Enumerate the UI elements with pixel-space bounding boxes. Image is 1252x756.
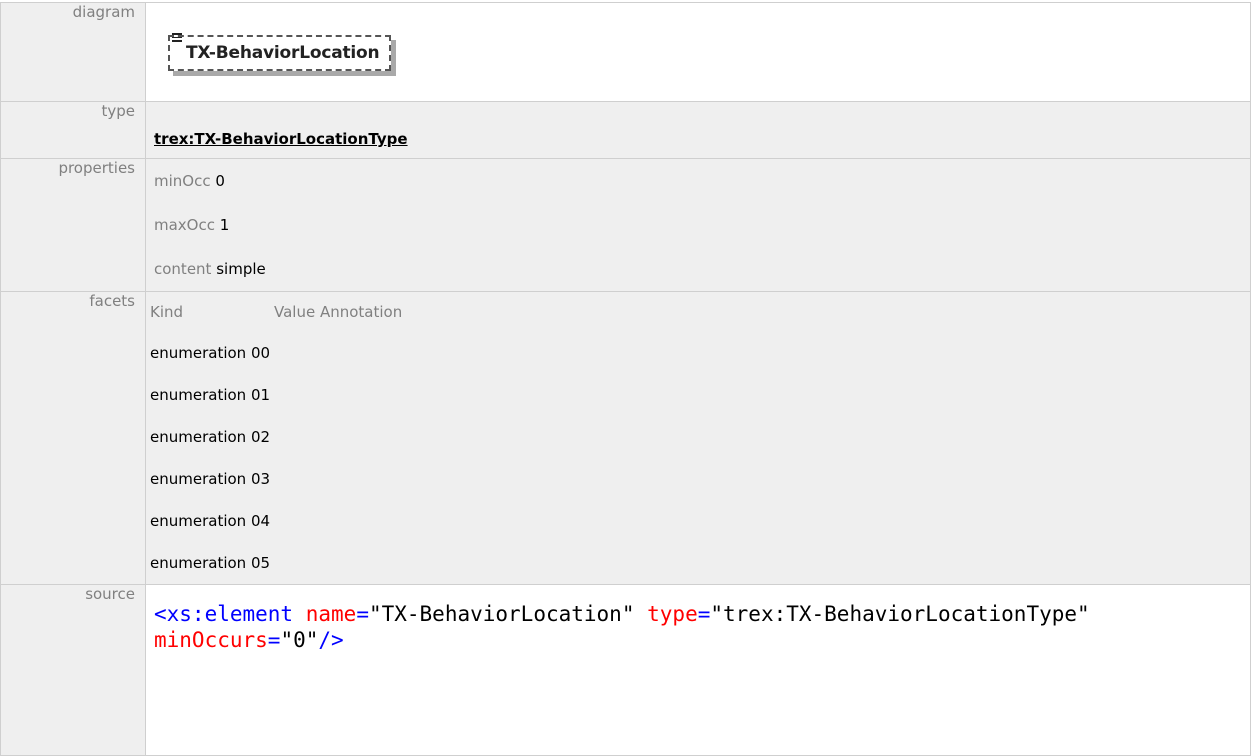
xml-attr-name: type <box>647 602 698 626</box>
property-value: 0 <box>215 172 225 190</box>
facet-value: 04 <box>250 512 271 530</box>
xml-attr-name: minOccurs <box>154 628 268 652</box>
xml-equals: = <box>356 602 369 626</box>
source-cell: <xs:element name="TX-BehaviorLocation" t… <box>145 584 1251 756</box>
facet-kind: enumeration <box>150 554 247 572</box>
facet-value: 00 <box>250 344 271 362</box>
property-value: 1 <box>219 216 230 234</box>
facet-kind: enumeration <box>150 470 247 488</box>
schema-doc-table: diagram TX-BehaviorLocation type trex:TX… <box>0 2 1251 756</box>
xml-attr-value: "trex:TX-BehaviorLocationType" <box>710 602 1090 626</box>
type-label: type <box>0 101 146 159</box>
property-value: simple <box>216 260 266 278</box>
xml-attr-name: name <box>305 602 357 626</box>
property-item: minOcc 0 <box>146 159 1250 203</box>
properties-cell: minOcc 0 maxOcc 1 content simple <box>145 158 1251 292</box>
diagram-wrap: TX-BehaviorLocation <box>146 3 1250 71</box>
xml-equals: = <box>697 602 711 626</box>
element-node[interactable]: TX-BehaviorLocation <box>168 33 392 71</box>
facet-row: enumeration 00 <box>146 332 1250 374</box>
source-row: source <xs:element name="TX-BehaviorLoca… <box>0 584 1251 756</box>
facet-value: 02 <box>250 428 271 446</box>
facets-cell: Kind Value Annotation enumeration 00 enum… <box>145 291 1251 585</box>
facets-header: Kind Value Annotation <box>146 292 1250 332</box>
facet-kind: enumeration <box>150 428 247 446</box>
element-list-icon <box>172 33 182 44</box>
properties-label: properties <box>0 158 146 292</box>
source-label: source <box>0 584 146 756</box>
type-cell: trex:TX-BehaviorLocationType <box>145 101 1251 159</box>
facets-row: facets Kind Value Annotation enumeration … <box>0 291 1251 585</box>
type-link[interactable]: trex:TX-BehaviorLocationType <box>154 130 408 148</box>
element-name: TX-BehaviorLocation <box>186 43 380 63</box>
facet-value: 05 <box>250 554 271 572</box>
type-row: type trex:TX-BehaviorLocationType <box>0 101 1251 159</box>
facet-row: enumeration 01 <box>146 374 1250 416</box>
property-item: content simple <box>146 247 1250 291</box>
property-item: maxOcc 1 <box>146 203 1250 247</box>
facet-kind: enumeration <box>150 512 247 530</box>
source-code: <xs:element name="TX-BehaviorLocation" t… <box>146 585 1250 653</box>
facet-kind: enumeration <box>150 386 247 404</box>
facets-label: facets <box>0 291 146 585</box>
properties-row: properties minOcc 0 maxOcc 1 content sim… <box>0 158 1251 292</box>
property-key: content <box>154 260 212 278</box>
xml-attr-value: "TX-BehaviorLocation" <box>368 602 635 626</box>
facet-row: enumeration 03 <box>146 458 1250 500</box>
xml-equals: = <box>267 628 281 652</box>
diagram-cell: TX-BehaviorLocation <box>145 2 1251 102</box>
facet-value: 03 <box>250 470 271 488</box>
facet-kind: enumeration <box>150 344 247 362</box>
xml-tag-open: <xs:element <box>154 602 294 626</box>
facet-row: enumeration 04 <box>146 500 1250 542</box>
diagram-label: diagram <box>0 2 146 102</box>
property-key: minOcc <box>154 172 211 190</box>
facets-header-kind: Kind <box>150 303 184 321</box>
facet-row: enumeration 02 <box>146 416 1250 458</box>
property-key: maxOcc <box>154 216 215 234</box>
facet-row: enumeration 05 <box>146 542 1250 584</box>
xml-attr-value: "0" <box>280 628 319 652</box>
xml-tag-close: /> <box>318 628 344 652</box>
facet-value: 01 <box>250 386 271 404</box>
facets-header-value-annotation: Value Annotation <box>274 303 403 321</box>
diagram-row: diagram TX-BehaviorLocation <box>0 2 1251 102</box>
